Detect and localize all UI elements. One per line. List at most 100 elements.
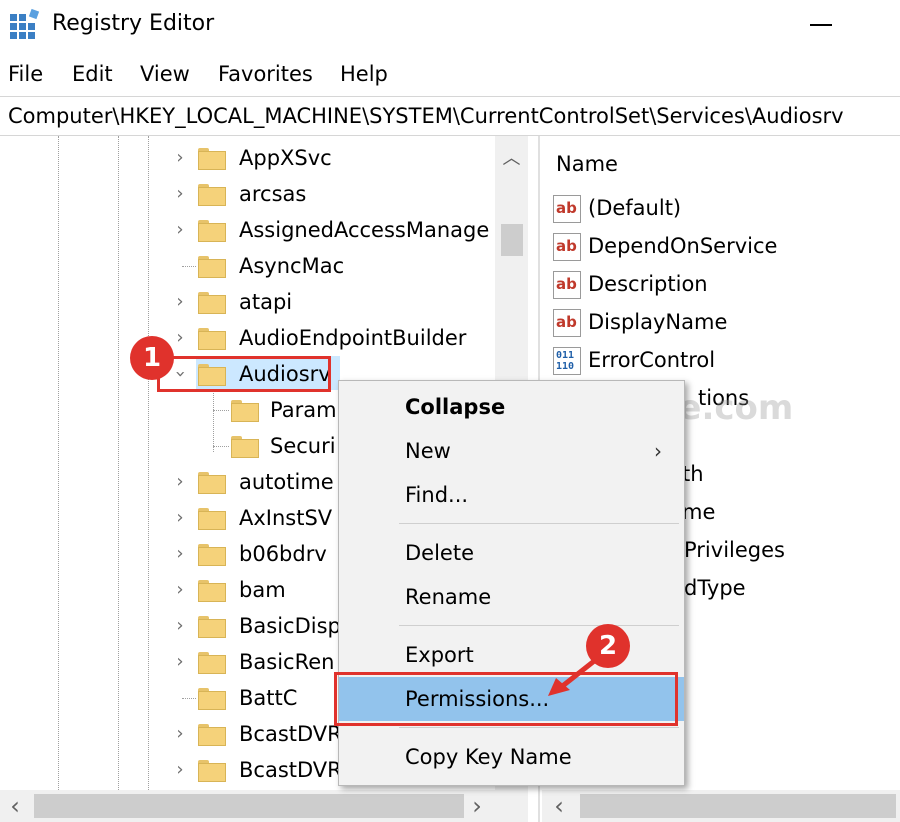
menu-item-label: Rename (405, 585, 492, 609)
menu-file[interactable]: File (8, 56, 43, 92)
tree-item-label: BasicDisp (239, 614, 341, 638)
menu-help[interactable]: Help (340, 56, 388, 92)
scroll-left-arrow-icon[interactable]: ‹ (544, 790, 574, 822)
menu-bar: File Edit View Favorites Help (0, 56, 900, 92)
expand-chevron-icon[interactable]: › (170, 182, 190, 206)
submenu-arrow-icon: › (654, 439, 662, 463)
menu-item-label: Find... (405, 483, 469, 507)
scroll-up-arrow-icon[interactable]: ︿ (495, 142, 528, 176)
window-title: Registry Editor (52, 11, 215, 36)
string-value-icon: ab (553, 195, 581, 223)
menu-item-rename[interactable]: Rename (339, 575, 684, 619)
tree-item-label: AppXSvc (239, 146, 332, 170)
expand-chevron-icon[interactable]: › (170, 722, 190, 746)
expand-chevron-icon[interactable]: › (170, 650, 190, 674)
tree-item[interactable]: › AudioEndpointBuilder (0, 320, 495, 356)
tree-item-label: Param (270, 398, 337, 422)
expand-chevron-icon[interactable]: › (170, 758, 190, 782)
expand-chevron-icon[interactable]: › (170, 290, 190, 314)
tree-item-label: arcsas (239, 182, 307, 206)
menu-separator (399, 523, 679, 524)
tree-item-label: bam (239, 578, 286, 602)
tree-item-label: BcastDVR (239, 758, 342, 782)
expand-chevron-icon[interactable]: › (170, 614, 190, 638)
registry-editor-icon (10, 8, 40, 39)
menu-item-label: Delete (405, 541, 474, 565)
expand-chevron-icon[interactable]: › (170, 326, 190, 350)
folder-icon (231, 400, 259, 422)
value-row[interactable]: ab DependOnService (550, 228, 890, 264)
value-row[interactable]: ab Description (550, 266, 890, 302)
expand-chevron-icon[interactable]: › (170, 218, 190, 242)
expand-chevron-icon[interactable]: › (170, 470, 190, 494)
value-name: dType (684, 576, 746, 600)
scrollbar-thumb[interactable] (580, 794, 896, 818)
tree-item-label: BcastDVR (239, 722, 342, 746)
menu-item-delete[interactable]: Delete (339, 531, 684, 575)
value-name: th (682, 462, 704, 486)
tree-horizontal-scrollbar[interactable]: ‹ › (0, 790, 528, 822)
expand-chevron-icon[interactable]: › (170, 146, 190, 170)
menu-item-label: New (405, 439, 451, 463)
values-horizontal-scrollbar[interactable]: ‹ (542, 790, 900, 822)
annotation-arrow-icon (548, 656, 600, 696)
address-path[interactable]: Computer\HKEY_LOCAL_MACHINE\SYSTEM\Curre… (8, 97, 844, 135)
menu-edit[interactable]: Edit (72, 56, 113, 92)
folder-icon (198, 508, 226, 530)
minimize-button[interactable] (806, 20, 836, 30)
value-name: ErrorControl (588, 348, 716, 372)
tree-item-label: autotime (239, 470, 334, 494)
tree-item[interactable]: AsyncMac (0, 248, 495, 284)
string-value-icon: ab (553, 309, 581, 337)
tree-item[interactable]: › atapi (0, 284, 495, 320)
tree-item-label: AsyncMac (239, 254, 345, 278)
menu-separator (399, 727, 679, 728)
value-name: DisplayName (588, 310, 728, 334)
expand-chevron-icon[interactable]: › (170, 506, 190, 530)
value-row[interactable]: ab DisplayName (550, 304, 890, 340)
folder-icon (198, 616, 226, 638)
scrollbar-thumb[interactable] (501, 224, 523, 256)
tree-item-label: b06bdrv (239, 542, 327, 566)
menu-item-copy-key-name[interactable]: Copy Key Name (339, 735, 684, 779)
value-row[interactable]: 011 110 ErrorControl (550, 342, 890, 378)
tree-item-label: BasicRen (239, 650, 335, 674)
tree-item-label: atapi (239, 290, 293, 314)
folder-icon (198, 184, 226, 206)
tree-item[interactable]: › AssignedAccessManage (0, 212, 495, 248)
menu-item-export[interactable]: Export (339, 633, 684, 677)
value-name: Privileges (684, 538, 785, 562)
folder-icon (198, 652, 226, 674)
tree-item-label: AudioEndpointBuilder (239, 326, 467, 350)
folder-icon (198, 760, 226, 782)
menu-item-collapse[interactable]: Collapse (339, 385, 684, 429)
scrollbar-thumb[interactable] (34, 794, 464, 818)
menu-item-new[interactable]: New › (339, 429, 684, 473)
scroll-left-arrow-icon[interactable]: ‹ (0, 790, 30, 822)
scroll-right-arrow-icon[interactable]: › (462, 790, 492, 822)
tree-item[interactable]: › AppXSvc (0, 140, 495, 176)
address-bar[interactable]: Computer\HKEY_LOCAL_MACHINE\SYSTEM\Curre… (0, 96, 900, 136)
dword-value-icon: 011 110 (553, 347, 581, 375)
step-badge-1: 1 (130, 336, 174, 380)
tree-item[interactable]: › arcsas (0, 176, 495, 212)
menu-item-find[interactable]: Find... (339, 473, 684, 517)
tree-item-label: AxInstSV (239, 506, 333, 530)
expand-chevron-icon[interactable]: › (170, 578, 190, 602)
menu-separator (399, 625, 679, 626)
expand-chevron-icon[interactable]: › (170, 542, 190, 566)
folder-icon (198, 292, 226, 314)
folder-icon (198, 148, 226, 170)
tree-item-label: Securi (270, 434, 336, 458)
menu-item-label: Copy Key Name (405, 745, 572, 769)
value-name: (Default) (588, 196, 682, 220)
menu-favorites[interactable]: Favorites (218, 56, 313, 92)
folder-icon (231, 436, 259, 458)
value-name: Description (588, 272, 708, 296)
folder-icon (198, 328, 226, 350)
value-row[interactable]: ab (Default) (550, 190, 890, 226)
name-column-header[interactable]: Name (556, 146, 618, 182)
menu-view[interactable]: View (140, 56, 190, 92)
folder-icon (198, 256, 226, 278)
menu-item-label: Collapse (405, 395, 506, 419)
